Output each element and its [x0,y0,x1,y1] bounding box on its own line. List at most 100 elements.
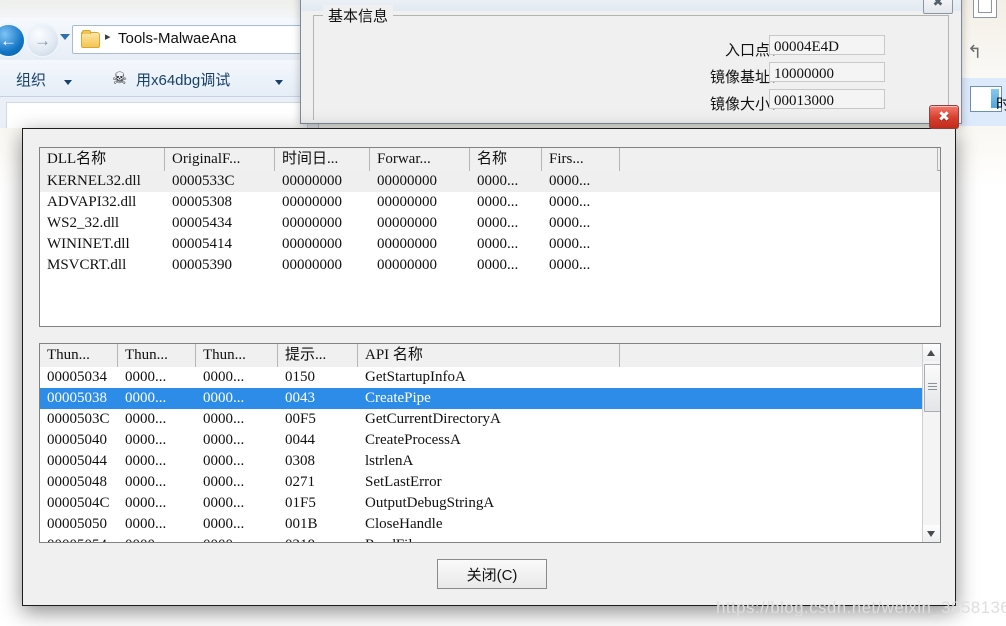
table-row[interactable]: WININET.dll 00005414 00000000 00000000 0000.… [40,234,940,255]
table-cell: MSVCRT.dll [47,257,127,273]
column-header[interactable]: API 名称 [358,344,620,367]
table-cell: 0218 [278,535,358,542]
scroll-down-arrow-icon[interactable] [923,525,940,542]
table-cell: 00000000 [282,236,342,252]
table-cell: 0000... [203,453,245,469]
table-cell: 0000... [203,390,245,406]
column-header[interactable]: Thun... [196,344,278,367]
back-arrow-icon: ← [0,31,17,50]
table-cell: 0000... [125,474,167,490]
table-cell: CreateProcessA [365,432,461,448]
table-cell: GetStartupInfoA [365,369,466,385]
table-cell: 00005390 [172,257,232,273]
debug-with-x64dbg-button[interactable]: 用x64dbg调试 [136,69,230,90]
table-row[interactable]: 00005048 0000... 0000... 0271 SetLastError [40,472,940,493]
pe-viewer-titlebar [301,0,961,11]
table-cell: GetCurrentDirectoryA [365,411,501,427]
column-header[interactable]: Thun... [118,344,196,367]
table-row[interactable]: ADVAPI32.dll 00005308 00000000 00000000 0000… [40,192,940,213]
column-header[interactable]: DLL名称 [40,148,165,171]
table-cell: 0000... [477,215,519,231]
dll-listview[interactable]: DLL名称 OriginalF... 时间日... Forwar... 名称 Firs..… [39,147,941,327]
table-cell: lstrlenA [365,453,414,469]
table-cell: 00000000 [377,236,437,252]
api-listview-body[interactable]: 00005034 0000... 0000... 0150 GetStartupInfo… [40,367,940,542]
table-cell: 00000000 [377,194,437,210]
table-row[interactable]: 00005040 0000... 0000... 0044 CreateProcessA [40,430,940,451]
table-cell: 0000... [477,236,519,252]
table-row[interactable]: KERNEL32.dll 0000533C 00000000 00000000 0000… [40,171,940,192]
table-cell: 0000... [196,535,278,542]
close-icon: ✖ [932,0,944,9]
dialog-close-button[interactable]: ✖ [929,105,959,129]
api-listview[interactable]: Thun... Thun... Thun... 提示... API 名称 0000503… [39,343,941,543]
table-row[interactable]: 000050540000...0000...0218ReadFil [40,535,940,542]
table-cell: 00005048 [47,474,107,490]
entry-point-value[interactable]: 00004E4D [769,35,885,55]
column-header[interactable] [620,148,938,171]
arrow-glyph-icon: ↰ [967,42,983,62]
column-header[interactable]: Thun... [40,344,118,367]
table-cell: 0000... [125,369,167,385]
column-header[interactable]: OriginalF... [165,148,275,171]
address-bar[interactable]: ▸ Tools-MalwaeAna [72,25,304,54]
back-button[interactable]: ← [0,25,24,56]
table-row[interactable]: 00005044 0000... 0000... 0308 lstrlenA [40,451,940,472]
table-cell: 0043 [285,390,315,406]
table-cell: 00005038 [47,390,107,406]
organize-chevron-down-icon[interactable] [64,80,72,85]
table-cell: 00005050 [47,516,107,532]
table-row[interactable]: MSVCRT.dll 00005390 00000000 00000000 0000..… [40,255,940,276]
view-layout-icon[interactable] [973,0,997,18]
table-cell: 00000000 [282,194,342,210]
table-cell: 0000... [125,432,167,448]
forward-button[interactable]: → [27,25,58,56]
folder-icon [81,30,100,48]
table-cell: 0000... [477,257,519,273]
column-header[interactable] [620,344,924,367]
table-cell: KERNEL32.dll [47,173,141,189]
image-base-value[interactable]: 10000000 [769,62,885,82]
subsystem-label: 子系统： [1001,39,1006,60]
debug-chevron-down-icon[interactable] [275,80,283,85]
table-cell: 00005044 [47,453,107,469]
column-header[interactable]: Firs... [542,148,620,171]
table-row[interactable]: 00005034 0000... 0000... 0150 GetStartupInfo… [40,367,940,388]
table-row[interactable]: 00005038 0000... 0000... 0043 CreatePipe [40,388,940,409]
scrollbar-grip-icon [928,383,937,391]
api-listview-scrollbar[interactable] [922,344,940,542]
column-header[interactable]: 提示... [278,344,358,367]
scroll-up-arrow-icon[interactable] [923,344,940,361]
table-cell: 00000000 [282,257,342,273]
dll-listview-header[interactable]: DLL名称 OriginalF... 时间日... Forwar... 名称 Firs..… [40,148,940,171]
pe-viewer-close-button[interactable]: ✖ [923,0,953,14]
scrollbar-thumb[interactable] [924,364,940,412]
table-cell: 0000... [477,194,519,210]
table-cell: 00000000 [377,257,437,273]
table-cell: CloseHandle [365,516,443,532]
table-cell: 0000... [125,495,167,511]
table-cell: 0000... [203,474,245,490]
table-cell: 00005034 [47,369,107,385]
table-cell: 001B [285,516,318,532]
table-cell: 00000000 [377,173,437,189]
table-row[interactable]: 0000504C 0000... 0000... 01F5 OutputDebugStr… [40,493,940,514]
table-row[interactable]: WS2_32.dll 00005434 00000000 00000000 0000..… [40,213,940,234]
column-header[interactable]: 时间日... [275,148,370,171]
table-cell: 0000... [549,173,591,189]
recent-pages-chevron-down-icon[interactable] [60,34,70,40]
table-cell: 0000... [203,516,245,532]
column-header[interactable]: Forwar... [370,148,470,171]
table-cell: 0000... [549,236,591,252]
table-cell: 0271 [285,474,315,490]
column-header[interactable]: 名称 [470,148,542,171]
organize-menu-button[interactable]: 组织 [16,69,46,90]
close-dialog-button[interactable]: 关闭(C) [437,559,547,589]
table-cell: 00F5 [285,411,316,427]
api-listview-header[interactable]: Thun... Thun... Thun... 提示... API 名称 [40,344,940,367]
dll-listview-body[interactable]: KERNEL32.dll 0000533C 00000000 00000000 0000… [40,171,940,276]
table-cell: 0000533C [172,173,235,189]
table-cell: 0000... [125,411,167,427]
table-row[interactable]: 0000503C 0000... 0000... 00F5 GetCurrentDire… [40,409,940,430]
table-row[interactable]: 00005050 0000... 0000... 001B CloseHandle [40,514,940,535]
